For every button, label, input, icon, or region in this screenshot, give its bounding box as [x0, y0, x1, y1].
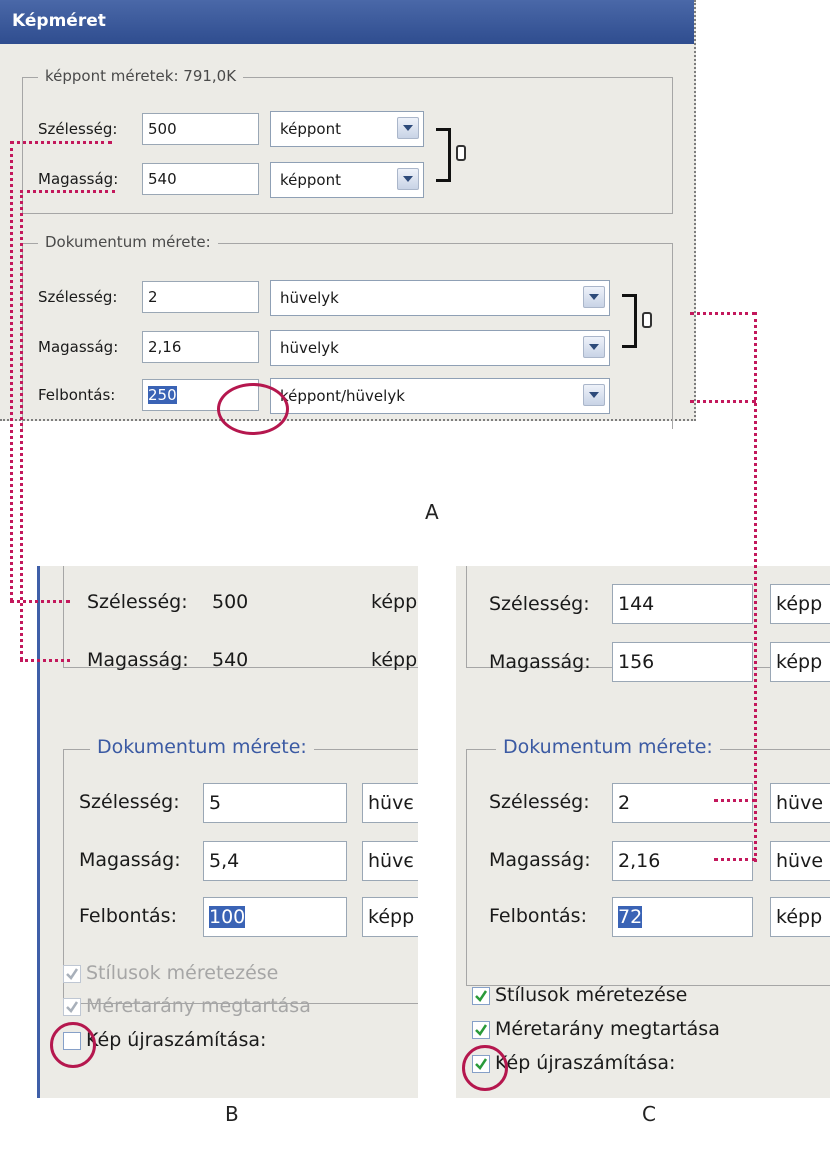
- constrain-proportions-checkbox-b[interactable]: [63, 998, 81, 1016]
- pixel-height-input[interactable]: 540: [142, 163, 259, 195]
- connector-width-vertical: [10, 141, 13, 601]
- resample-highlight-circle-c: [462, 1045, 508, 1091]
- resolution-label-c: Felbontás:: [489, 905, 587, 927]
- pixel-width-unit-select-c[interactable]: képp: [770, 584, 830, 624]
- document-size-legend-b: Dokumentum mérete:: [90, 736, 314, 758]
- connector-width-b: [10, 600, 70, 603]
- resolution-unit-select[interactable]: képpont/hüvelyk: [270, 378, 610, 414]
- caption-a: A: [425, 500, 439, 524]
- scale-styles-checkbox-c[interactable]: [472, 987, 490, 1005]
- doc-height-unit-value: hüvelyk: [280, 339, 339, 357]
- resolution-input-b[interactable]: 100: [203, 897, 347, 937]
- pixel-width-unit-b: képp: [371, 591, 418, 613]
- resolution-unit-value: képpont/hüvelyk: [280, 387, 405, 405]
- connector-width-a: [10, 141, 112, 144]
- panel-b: Szélesség: 500 képp Magasság: 540 képp D…: [37, 566, 418, 1098]
- caption-b: B: [225, 1102, 239, 1126]
- pixel-height-label-c: Magasság:: [489, 651, 591, 673]
- connector-doc-width-a: [690, 312, 756, 315]
- pixel-height-label-b: Magasság:: [87, 649, 189, 671]
- pixel-width-input[interactable]: 500: [142, 113, 259, 145]
- connector-resolution-a: [690, 400, 756, 403]
- pixel-height-value-b: 540: [212, 649, 249, 671]
- resolution-value-b: 100: [209, 906, 246, 928]
- connector-doc-width-c: [714, 799, 756, 802]
- doc-width-unit-select-c[interactable]: hüve: [770, 783, 830, 823]
- constrain-bracket: [436, 128, 451, 182]
- pixel-height-unit-select[interactable]: képpont: [270, 162, 424, 198]
- resolution-value-c: 72: [618, 906, 643, 928]
- resample-label-c: Kép újraszámítása:: [495, 1052, 676, 1074]
- connector-height-b: [20, 659, 70, 662]
- doc-height-input-c[interactable]: 2,16: [612, 841, 753, 881]
- chain-link-icon: [642, 312, 652, 328]
- pixel-width-label: Szélesség:: [38, 120, 118, 138]
- dialog-title: Képméret: [12, 11, 106, 31]
- connector-doc-vertical: [754, 312, 757, 862]
- resolution-label-b: Felbontás:: [79, 905, 177, 927]
- chevron-down-icon[interactable]: [583, 384, 605, 406]
- panel-c: Szélesség: 144 képp Magasság: 156 képp D…: [456, 566, 830, 1098]
- pixel-dimensions-legend: képpont méretek: 791,0K: [38, 67, 244, 85]
- pixel-height-input-c[interactable]: 156: [612, 642, 753, 682]
- pixel-height-unit-value: képpont: [280, 171, 341, 189]
- doc-width-input[interactable]: 2: [142, 281, 259, 313]
- doc-width-label-c: Szélesség:: [489, 791, 590, 813]
- chevron-down-icon[interactable]: [397, 168, 419, 190]
- doc-height-label: Magasság:: [38, 338, 119, 356]
- pixel-height-unit-b: képp: [371, 649, 418, 671]
- pixel-width-label-c: Szélesség:: [489, 593, 590, 615]
- dialog-title-bar: Képméret: [0, 0, 694, 44]
- connector-height-a: [20, 190, 115, 193]
- pixel-height-label: Magasság:: [38, 170, 119, 188]
- doc-width-unit-value: hüvelyk: [280, 289, 339, 307]
- document-size-legend: Dokumentum mérete:: [38, 233, 218, 251]
- constrain-proportions-checkbox-c[interactable]: [472, 1021, 490, 1039]
- scale-styles-label-b: Stílusok méretezése: [86, 962, 279, 984]
- doc-width-label-b: Szélesség:: [79, 791, 180, 813]
- image-size-dialog: Képméret képpont méretek: 791,0K Széless…: [0, 0, 696, 429]
- pixel-width-unit-select[interactable]: képpont: [270, 111, 424, 147]
- pixel-width-input-c[interactable]: 144: [612, 584, 753, 624]
- scale-styles-label-c: Stílusok méretezése: [495, 984, 688, 1006]
- resolution-label: Felbontás:: [38, 386, 116, 404]
- chain-link-icon: [456, 145, 466, 161]
- doc-height-input[interactable]: 2,16: [142, 331, 259, 363]
- pixel-width-label-b: Szélesség:: [87, 591, 188, 613]
- doc-height-unit-select-c[interactable]: hüve: [770, 841, 830, 881]
- pixel-width-unit-value: képpont: [280, 120, 341, 138]
- chevron-down-icon[interactable]: [397, 117, 419, 139]
- doc-width-label: Szélesség:: [38, 288, 118, 306]
- pixel-height-unit-select-c[interactable]: képp: [770, 642, 830, 682]
- resolution-input-c[interactable]: 72: [612, 897, 753, 937]
- doc-constrain-bracket: [622, 294, 637, 348]
- doc-width-unit-select[interactable]: hüvelyk: [270, 280, 610, 316]
- document-size-legend-c: Dokumentum mérete:: [496, 736, 720, 758]
- caption-c: C: [642, 1102, 656, 1126]
- scale-styles-checkbox-b[interactable]: [63, 965, 81, 983]
- doc-height-unit-select-b[interactable]: hüvє: [362, 841, 418, 881]
- resolution-value: 250: [148, 386, 177, 404]
- resolution-unit-select-b[interactable]: képp: [362, 897, 418, 937]
- doc-height-label-b: Magasság:: [79, 849, 181, 871]
- constrain-proportions-label-b: Méretarány megtartása: [86, 995, 311, 1017]
- constrain-proportions-label-c: Méretarány megtartása: [495, 1018, 720, 1040]
- connector-height-vertical: [20, 190, 23, 660]
- resample-highlight-circle-b: [50, 1022, 96, 1068]
- pixel-width-value-b: 500: [212, 591, 249, 613]
- chevron-down-icon[interactable]: [583, 336, 605, 358]
- resolution-highlight-circle: [217, 383, 289, 435]
- connector-doc-height-c: [714, 858, 756, 861]
- chevron-down-icon[interactable]: [583, 286, 605, 308]
- resolution-unit-select-c[interactable]: képp: [770, 897, 830, 937]
- doc-height-unit-select[interactable]: hüvelyk: [270, 330, 610, 366]
- doc-height-label-c: Magasság:: [489, 849, 591, 871]
- resample-label-b: Kép újraszámítása:: [86, 1029, 267, 1051]
- doc-height-input-b[interactable]: 5,4: [203, 841, 347, 881]
- doc-width-unit-select-b[interactable]: hüvє: [362, 783, 418, 823]
- doc-width-input-b[interactable]: 5: [203, 783, 347, 823]
- doc-width-input-c[interactable]: 2: [612, 783, 753, 823]
